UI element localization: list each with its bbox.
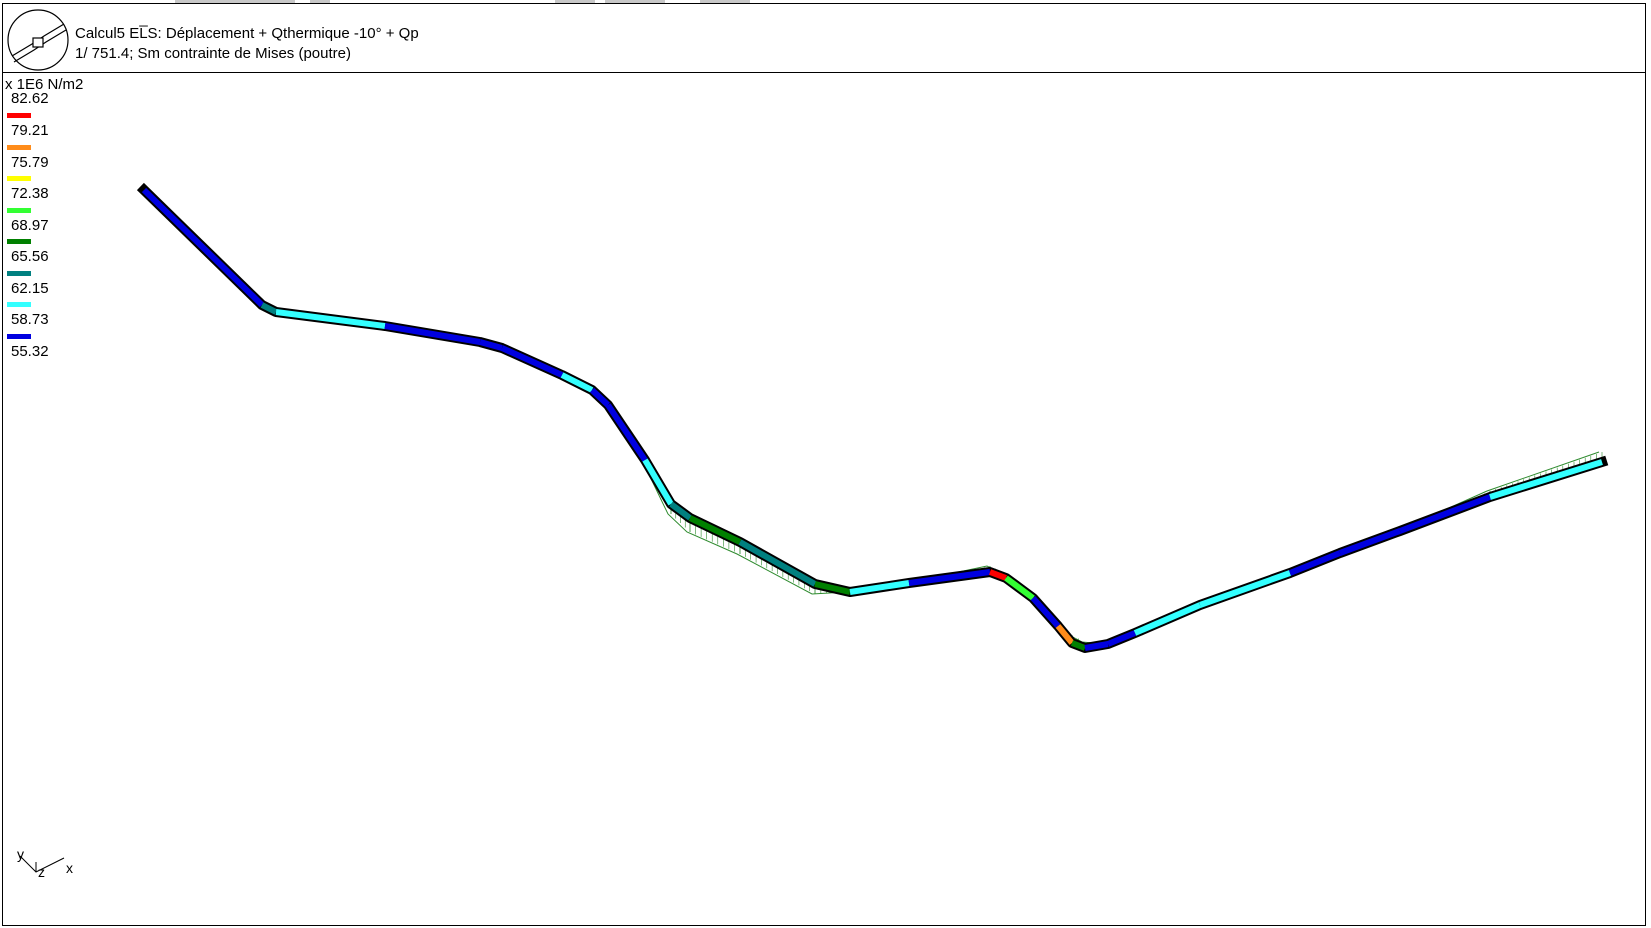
beam-element	[738, 539, 817, 587]
beam-element	[384, 323, 481, 345]
beam-outline-line	[136, 182, 1609, 653]
axis-z-label: z	[38, 864, 45, 880]
beam-element	[1030, 596, 1061, 628]
beam-element	[1398, 494, 1492, 534]
beam-element	[1084, 641, 1109, 651]
deformed-shape-line	[140, 189, 1600, 645]
axis-x-label: x	[66, 860, 73, 876]
beam-element	[1489, 459, 1603, 500]
beam-element	[1338, 528, 1402, 556]
beam-model-view[interactable]	[0, 0, 1651, 928]
beam-element	[500, 345, 564, 378]
beam-element	[642, 458, 674, 506]
beam-element	[141, 187, 265, 308]
deformed-shape	[140, 189, 1600, 645]
beam-element	[814, 581, 851, 595]
beam-element	[605, 403, 648, 462]
beam-element	[1133, 602, 1202, 636]
beam-element	[1198, 570, 1292, 608]
beam-outline	[136, 182, 1609, 653]
beam-elements	[141, 187, 1603, 651]
axis-triad-icon: y z x	[14, 846, 84, 882]
beam-element	[1004, 575, 1035, 601]
stress-hatching	[650, 452, 1603, 648]
beam-element	[688, 515, 742, 545]
beam-element	[1288, 550, 1342, 576]
axis-y-label: y	[17, 846, 24, 862]
